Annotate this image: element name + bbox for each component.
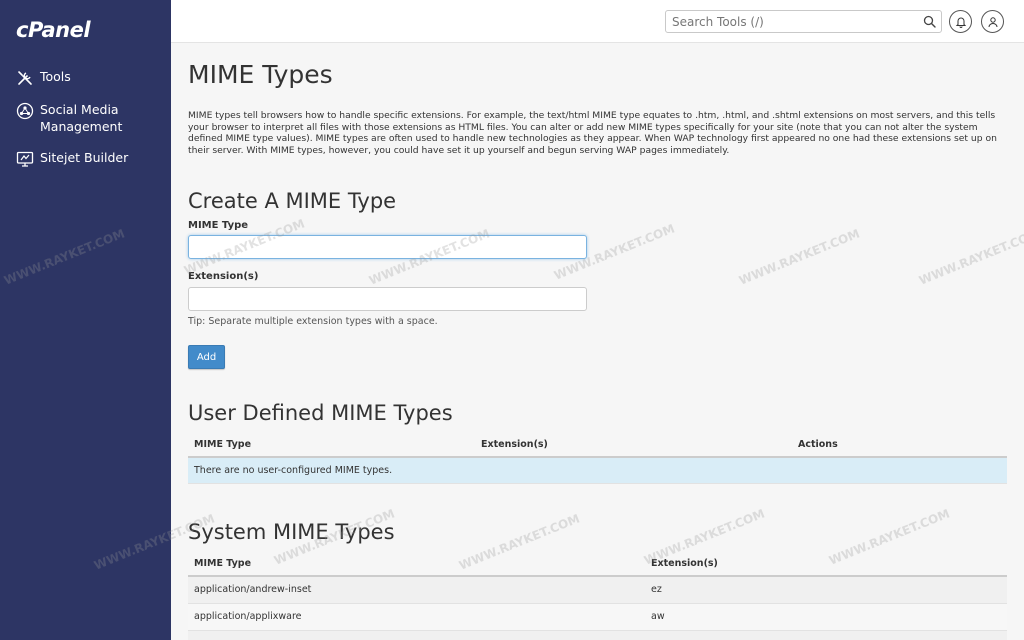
search-input[interactable] xyxy=(666,11,911,33)
social-media-icon xyxy=(16,102,34,120)
sidebar-item-label: Sitejet Builder xyxy=(40,150,129,165)
sitejet-icon xyxy=(16,151,34,167)
sidebar-item-label: Social Media Management xyxy=(40,102,123,134)
table-row xyxy=(188,630,1007,640)
table-row: application/applixware aw xyxy=(188,603,1007,631)
user-defined-table: MIME Type Extension(s) Actions There are… xyxy=(188,432,1007,484)
column-header-mime-type[interactable]: MIME Type xyxy=(188,432,475,458)
page-description: MIME types tell browsers how to handle s… xyxy=(188,110,997,156)
mime-type-input[interactable] xyxy=(188,235,587,259)
empty-message: There are no user-configured MIME types. xyxy=(188,457,1007,484)
mime-type-label: MIME Type xyxy=(188,220,249,231)
user-menu-button[interactable] xyxy=(981,10,1004,33)
page-title: MIME Types xyxy=(188,60,333,89)
sidebar-nav: Tools Social Media Management Sitejet Bu… xyxy=(0,64,171,178)
mime-type-cell: application/andrew-inset xyxy=(188,576,645,604)
sidebar-item-tools[interactable]: Tools xyxy=(0,64,171,91)
extension-cell xyxy=(645,630,1007,640)
extension-cell: aw xyxy=(645,603,1007,631)
watermark: WWW.RAYKET.COM xyxy=(917,226,1024,288)
empty-row: There are no user-configured MIME types. xyxy=(188,457,1007,484)
mime-type-cell: application/applixware xyxy=(188,603,645,631)
cpanel-logo[interactable]: cPanel xyxy=(16,18,91,42)
add-button[interactable]: Add xyxy=(188,345,225,369)
column-header-extensions[interactable]: Extension(s) xyxy=(475,432,792,458)
extensions-input[interactable] xyxy=(188,287,587,311)
sidebar: cPanel Tools Social Media Management Sit… xyxy=(0,0,171,640)
search-icon[interactable] xyxy=(923,15,936,28)
bell-icon xyxy=(955,17,966,28)
user-icon xyxy=(988,16,997,27)
top-bar xyxy=(171,0,1024,43)
column-header-extensions[interactable]: Extension(s) xyxy=(645,551,1007,577)
table-row: application/andrew-inset ez xyxy=(188,576,1007,604)
column-header-mime-type[interactable]: MIME Type xyxy=(188,551,645,577)
user-defined-heading: User Defined MIME Types xyxy=(188,401,453,425)
tools-icon xyxy=(18,71,32,85)
system-mime-table: MIME Type Extension(s) application/andre… xyxy=(188,551,1007,640)
sidebar-item-social-media[interactable]: Social Media Management xyxy=(0,97,171,139)
create-mime-heading: Create A MIME Type xyxy=(188,189,397,213)
notifications-button[interactable] xyxy=(949,10,972,33)
extensions-label: Extension(s) xyxy=(188,271,259,282)
search-box xyxy=(665,10,942,33)
sidebar-item-sitejet[interactable]: Sitejet Builder xyxy=(0,145,171,172)
sidebar-item-label: Tools xyxy=(40,69,71,84)
extension-cell: ez xyxy=(645,576,1007,604)
watermark: WWW.RAYKET.COM xyxy=(737,226,862,288)
mime-type-cell xyxy=(188,630,645,640)
column-header-actions: Actions xyxy=(792,432,1007,458)
extensions-tip: Tip: Separate multiple extension types w… xyxy=(188,316,438,327)
system-mime-heading: System MIME Types xyxy=(188,520,395,544)
